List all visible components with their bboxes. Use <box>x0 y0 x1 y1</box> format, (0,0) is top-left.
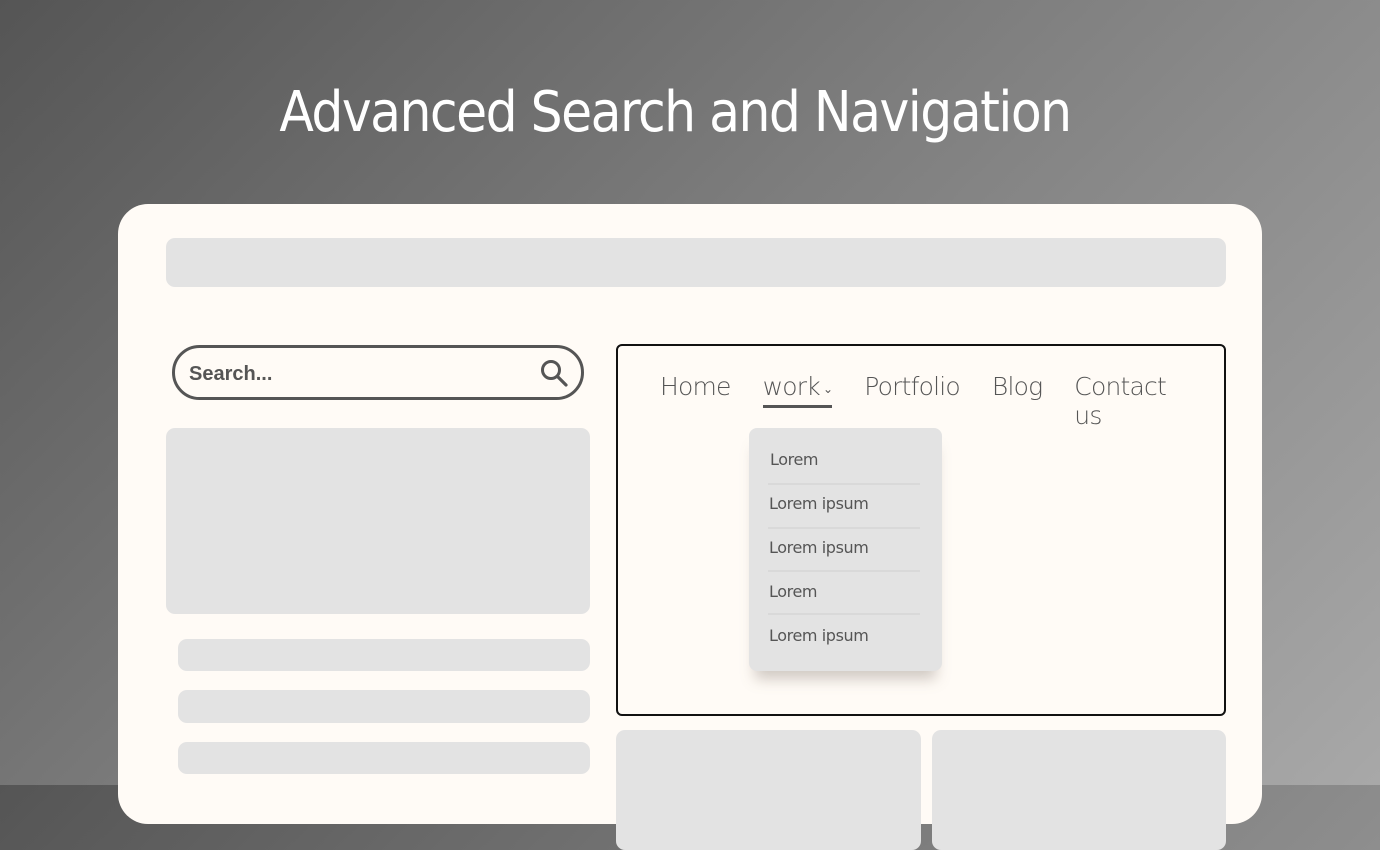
placeholder-line-1 <box>178 639 590 671</box>
search-input[interactable] <box>187 358 531 390</box>
dropdown-divider <box>768 570 920 572</box>
page-title: Advanced Search and Navigation <box>279 80 1072 145</box>
dropdown-item[interactable]: Lorem ipsum <box>769 626 920 645</box>
nav-item-blog[interactable]: Blog <box>991 372 1043 430</box>
nav-item-label: Portfolio <box>864 372 960 401</box>
search-icon[interactable] <box>539 358 569 388</box>
placeholder-line-3 <box>178 742 590 774</box>
dropdown-divider <box>768 613 920 615</box>
dropdown-divider <box>768 527 920 529</box>
nav-item-label: work <box>762 372 821 401</box>
nav-item-label: Blog <box>991 372 1043 401</box>
placeholder-line-2 <box>178 690 590 723</box>
nav-item-contact[interactable]: Contact us <box>1074 372 1192 430</box>
placeholder-header-bar <box>166 238 1226 287</box>
placeholder-bottom-left <box>616 730 921 850</box>
nav-item-home[interactable]: Home <box>660 372 731 430</box>
nav-item-portfolio[interactable]: Portfolio <box>864 372 960 430</box>
dropdown-item[interactable]: Lorem ipsum <box>769 538 920 557</box>
dropdown-item[interactable]: Lorem <box>769 582 920 601</box>
navigation-panel: Home work ⌄ Portfolio Blog Contact us Lor… <box>616 344 1226 716</box>
placeholder-bottom-right <box>932 730 1226 850</box>
placeholder-image-block <box>166 428 590 614</box>
dropdown-item[interactable]: Lorem ipsum <box>769 494 920 513</box>
nav-bar: Home work ⌄ Portfolio Blog Contact us <box>660 372 1224 430</box>
nav-item-work[interactable]: work ⌄ <box>762 372 833 408</box>
chevron-down-icon: ⌄ <box>822 382 833 396</box>
work-dropdown-menu: Lorem Lorem ipsum Lorem ipsum Lorem Lore… <box>749 428 942 671</box>
demo-card: Home work⌄ Portfolio Blog Contact us Lor… <box>118 204 1262 850</box>
search-box[interactable] <box>172 345 584 400</box>
dropdown-divider <box>768 483 920 485</box>
nav-item-label: Home <box>660 372 731 401</box>
nav-item-label: Contact us <box>1074 372 1166 430</box>
dropdown-item[interactable]: Lorem <box>770 450 921 469</box>
